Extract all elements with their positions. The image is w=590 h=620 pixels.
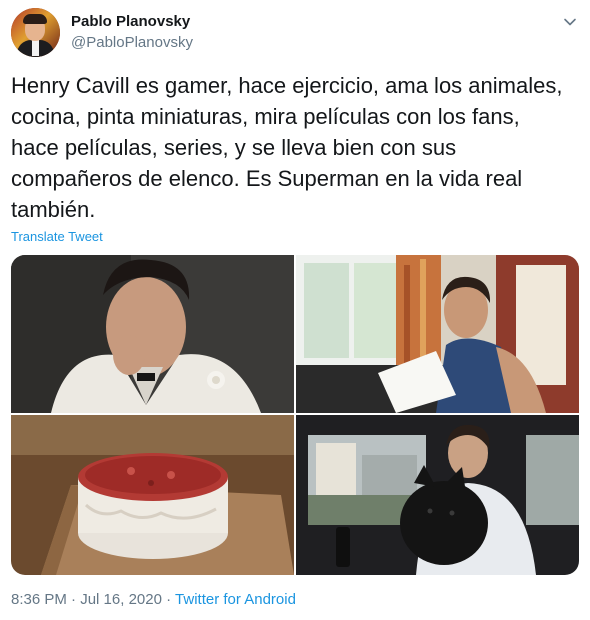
chevron-down-icon[interactable] [562, 14, 578, 30]
meta-separator: · [71, 591, 77, 608]
media-grid [11, 255, 579, 575]
user-handle[interactable]: @PabloPlanovsky [71, 34, 193, 51]
translate-tweet-link[interactable]: Translate Tweet [11, 229, 103, 244]
tweet-date[interactable]: Jul 16, 2020 [80, 591, 162, 608]
tweet-source-link[interactable]: Twitter for Android [175, 591, 296, 608]
man-reading-script-photo[interactable] [296, 255, 579, 413]
tweet-card: Pablo Planovsky @PabloPlanovsky Henry Ca… [0, 0, 590, 620]
man-with-dog-in-car-photo[interactable] [296, 415, 579, 575]
tweet-metadata: 8:36 PM · Jul 16, 2020 · Twitter for And… [11, 591, 296, 608]
tweet-text: Henry Cavill es gamer, hace ejercicio, a… [11, 73, 563, 222]
man-in-white-tuxedo-photo[interactable] [11, 255, 294, 413]
meta-separator: · [166, 591, 172, 608]
red-velvet-cake-photo[interactable] [11, 415, 294, 575]
avatar[interactable] [11, 8, 60, 57]
tweet-time[interactable]: 8:36 PM [11, 591, 67, 608]
user-display-name[interactable]: Pablo Planovsky [71, 13, 190, 30]
